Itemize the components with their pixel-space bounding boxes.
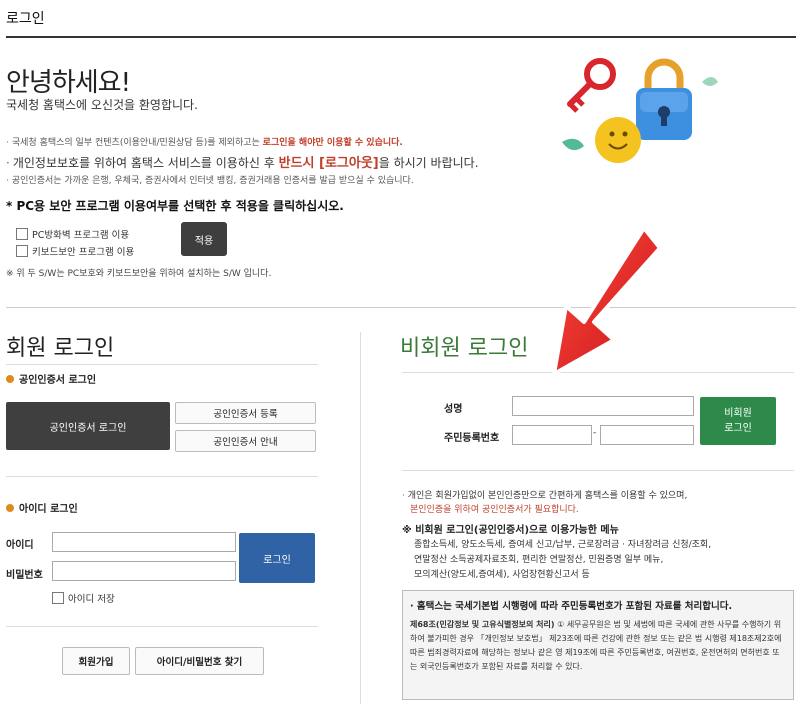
guest-mid-rule: [402, 470, 794, 471]
security-note: ※ 위 두 S/W는 PC보호와 키보드보안을 위하여 설치하는 S/W 입니다…: [6, 269, 272, 279]
notice-certificate: · 공인인증서는 가까운 은행, 우체국, 증권사에서 인터넷 뱅킹, 증권거래용…: [6, 176, 414, 186]
column-divider: [360, 332, 361, 704]
cert-register-button[interactable]: 공인인증서 등록: [175, 402, 316, 424]
rrn-back-input[interactable]: [600, 425, 694, 445]
member-bottom-rule: [6, 626, 318, 627]
cert-login-button[interactable]: 공인인증서 로그인: [6, 402, 170, 450]
id-input[interactable]: [52, 532, 236, 552]
rrn-dash: -: [593, 428, 597, 438]
name-input[interactable]: [512, 396, 694, 416]
name-label: 성명: [444, 404, 463, 415]
member-login-title: 회원 로그인: [6, 336, 115, 361]
save-id-label: 아이디 저장: [68, 594, 115, 605]
guest-desc-1: · 개인은 회원가입없이 본인인증만으로 간편하게 홈택스를 이용할 수 있으며…: [402, 491, 688, 501]
privacy-info-body: 제68조(민감정보 및 고유식별정보의 처리) ① 세무공무원은 법 및 세법에…: [410, 620, 782, 671]
cert-login-heading: 공인인증서 로그인: [6, 371, 96, 386]
greeting-title: 안녕하세요!: [6, 68, 131, 98]
guest-menu-line-2: 연말정산 소득공제자료조회, 편리한 연말정산, 민원증명 일부 메뉴,: [414, 555, 664, 565]
header-divider: [6, 36, 796, 38]
bullet-icon: [6, 374, 14, 383]
firewall-option[interactable]: PC방화벽 프로그램 이용: [16, 227, 129, 241]
password-input[interactable]: [52, 561, 236, 581]
member-mid-rule: [6, 476, 318, 477]
keyboard-security-checkbox[interactable]: [16, 245, 28, 257]
keyboard-security-label: 키보드보안 프로그램 이용: [32, 247, 135, 258]
guest-login-button[interactable]: 비회원로그인: [700, 397, 776, 445]
guest-menu-line-3: 모의계산(양도세,증여세), 사업장현황신고서 등: [414, 570, 590, 580]
key-icon: [567, 58, 616, 113]
smiley-icon: [595, 117, 641, 163]
member-login-button[interactable]: 로그인: [239, 533, 315, 583]
save-id-option[interactable]: 아이디 저장: [52, 591, 115, 605]
firewall-label: PC방화벽 프로그램 이용: [32, 230, 130, 241]
apply-button[interactable]: 적용: [181, 222, 227, 256]
padlock-icon: [636, 58, 692, 140]
find-id-password-button[interactable]: 아이디/비밀번호 찾기: [135, 647, 264, 675]
guest-login-title: 비회원 로그인: [400, 336, 529, 361]
password-label: 비밀번호: [6, 570, 43, 581]
guest-menu-line-1: 종합소득세, 양도소득세, 증여세 신고/납부, 근로장려금 · 자녀장려금 신…: [414, 540, 712, 550]
rrn-front-input[interactable]: [512, 425, 592, 445]
guest-desc-2: 본인인증을 위하여 공인인증서가 필요합니다.: [410, 505, 579, 515]
rrn-label: 주민등록번호: [444, 433, 500, 444]
id-label: 아이디: [6, 540, 34, 551]
privacy-info-heading: · 홈택스는 국세기본법 시행령에 따라 주민등록번호가 포함된 자료를 처리합…: [410, 601, 733, 612]
arrow-graphic: [552, 226, 662, 376]
firewall-checkbox[interactable]: [16, 228, 28, 240]
greeting-subtitle: 국세청 홈택스에 오신것을 환영합니다.: [6, 98, 198, 112]
section-divider: [6, 307, 796, 308]
cert-guide-button[interactable]: 공인인증서 안내: [175, 430, 316, 452]
keyboard-security-option[interactable]: 키보드보안 프로그램 이용: [16, 244, 134, 258]
notice-login-required: · 국세청 홈택스의 일부 컨텐츠(이용안내/민원상담 등)를 제외하고는 로그인…: [6, 138, 403, 148]
guest-login-line1: 비회원: [724, 408, 752, 419]
security-heading: * PC용 보안 프로그램 이용여부를 선택한 후 적용을 클릭하십시오.: [6, 199, 344, 213]
id-login-heading: 아이디 로그인: [6, 500, 78, 515]
guest-menu-heading: ※ 비회원 로그인(공인인증서)으로 이용가능한 메뉴: [402, 525, 619, 536]
security-illustration: [562, 58, 718, 163]
member-title-rule: [6, 364, 318, 365]
notice-logout: · 개인정보보호를 위하여 홈택스 서비스를 이용하신 후 반드시 [로그아웃]을…: [6, 156, 479, 171]
save-id-checkbox[interactable]: [52, 592, 64, 604]
bullet-icon: [6, 503, 14, 512]
guest-login-line2: 로그인: [724, 423, 752, 434]
join-button[interactable]: 회원가입: [62, 647, 130, 675]
page-title: 로그인: [6, 11, 45, 27]
